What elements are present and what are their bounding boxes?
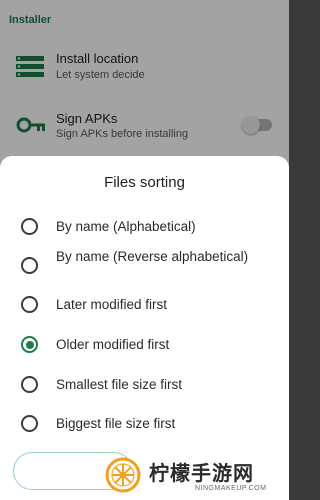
sort-option-older-modified[interactable]: Older modified first [0,328,289,360]
option-label: By name (Alphabetical) [56,219,196,234]
sort-option-biggest-size[interactable]: Biggest file size first [0,407,289,439]
sort-option-name-desc[interactable]: By name (Reverse alphabetical) [0,246,289,286]
dialog-title: Files sorting [104,174,185,191]
watermark-url: NINGMAKEUP.COM [195,485,267,492]
watermark-text: 柠檬手游网 [149,461,254,485]
sort-option-smallest-size[interactable]: Smallest file size first [0,368,289,400]
radio-button-checked[interactable] [21,336,38,353]
option-label: Older modified first [56,337,170,352]
option-label: Smallest file size first [56,377,183,392]
radio-button[interactable] [21,257,38,274]
radio-button[interactable] [21,296,38,313]
sort-option-name-asc[interactable]: By name (Alphabetical) [0,210,289,242]
watermark: 柠檬手游网 NINGMAKEUP.COM [105,455,289,500]
sort-option-later-modified[interactable]: Later modified first [0,288,289,320]
radio-button[interactable] [21,415,38,432]
radio-button[interactable] [21,376,38,393]
option-label: Later modified first [56,297,168,312]
option-label: By name (Reverse alphabetical) [56,249,249,264]
lemon-logo-icon [105,457,141,493]
option-label: Biggest file size first [56,416,176,431]
radio-button[interactable] [21,218,38,235]
files-sorting-dialog: Files sorting By name (Alphabetical) By … [0,156,289,500]
